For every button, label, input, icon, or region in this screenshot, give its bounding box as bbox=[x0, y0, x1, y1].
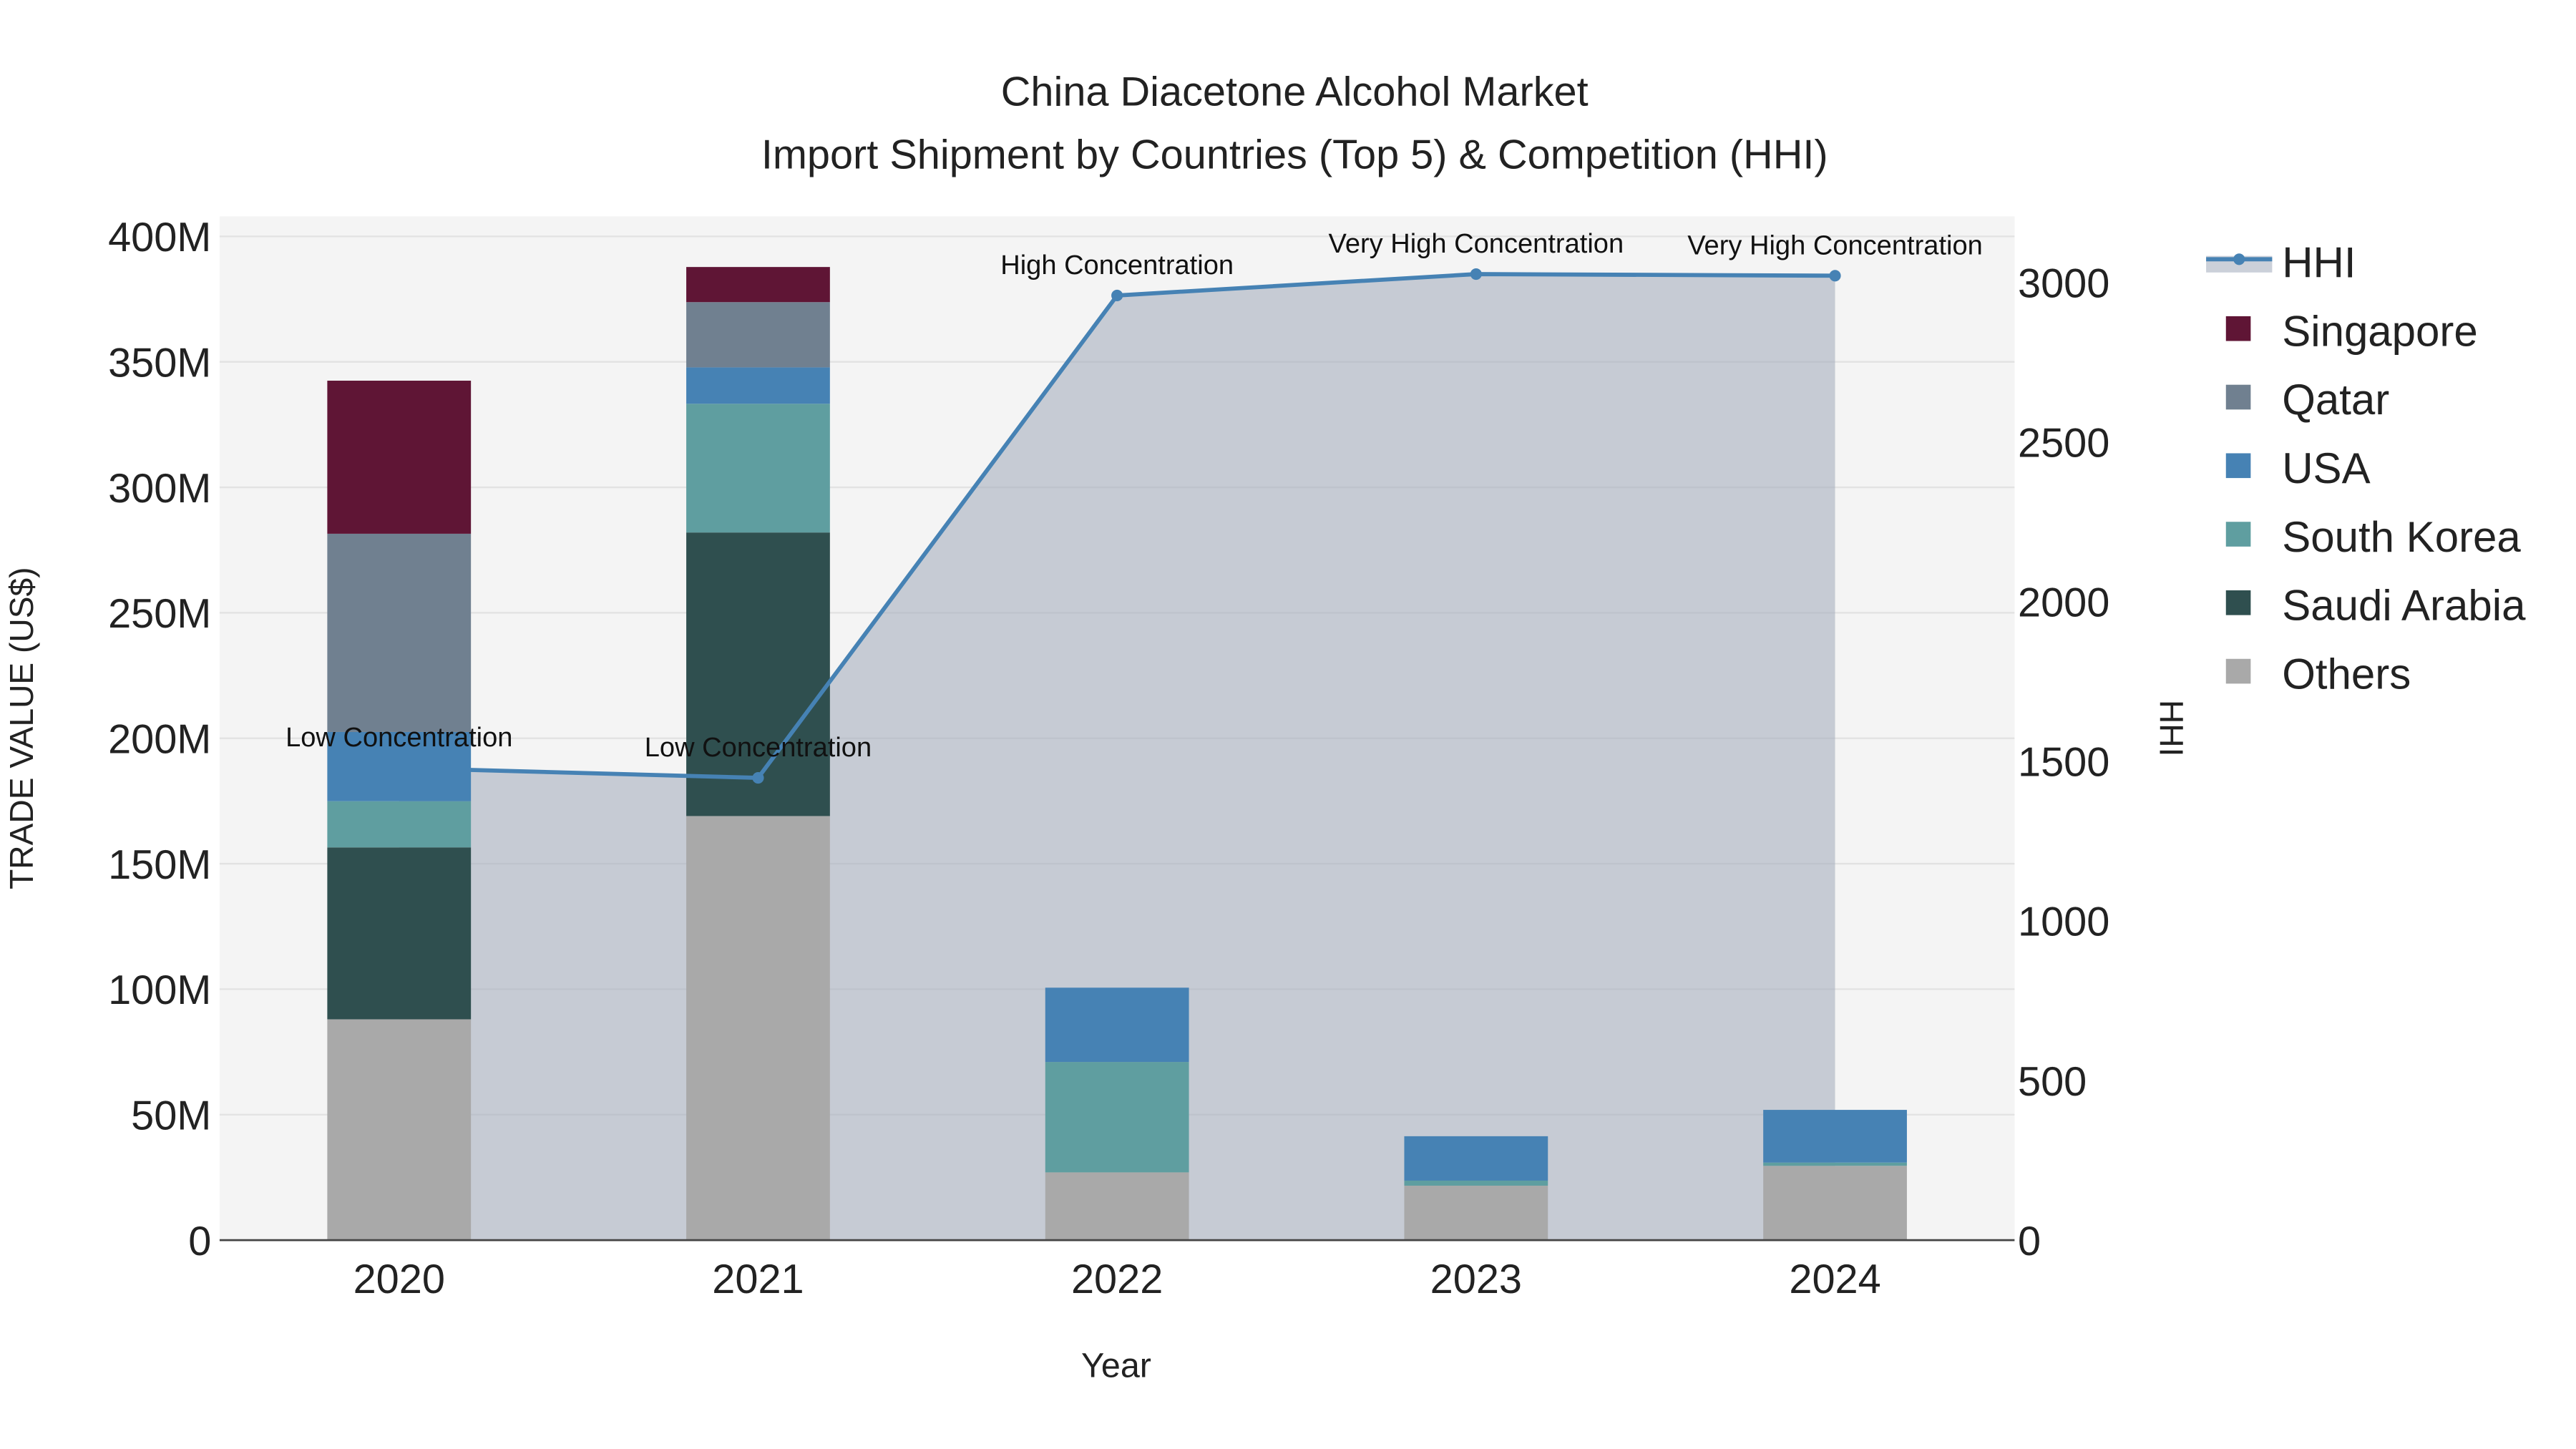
y-tick-label: 0 bbox=[188, 1219, 211, 1264]
y2-tick-label: 500 bbox=[2018, 1059, 2087, 1105]
legend-label: Singapore bbox=[2282, 307, 2478, 355]
y2-tick-label: 2000 bbox=[2018, 580, 2109, 626]
bar-singapore[interactable] bbox=[327, 381, 472, 534]
y-tick-label: 300M bbox=[108, 466, 211, 512]
bar-others[interactable] bbox=[686, 816, 830, 1241]
bar-usa[interactable] bbox=[686, 367, 830, 404]
bar-others[interactable] bbox=[1404, 1185, 1548, 1241]
legend-swatch bbox=[2225, 590, 2251, 615]
legend-label: Saudi Arabia bbox=[2282, 582, 2526, 630]
y-tick-label: 350M bbox=[108, 340, 211, 386]
hhi-annotation: Very High Concentration bbox=[1329, 229, 1624, 259]
bar-qatar[interactable] bbox=[327, 533, 472, 732]
hhi-annotation: Low Concentration bbox=[286, 723, 512, 753]
legend-swatch bbox=[2225, 522, 2251, 547]
legend-item-saudi-arabia[interactable]: Saudi Arabia bbox=[2225, 582, 2526, 630]
legend-item-qatar[interactable]: Qatar bbox=[2225, 376, 2390, 424]
legend-item-others[interactable]: Others bbox=[2225, 650, 2411, 698]
x-axis-title: Year bbox=[1081, 1347, 1151, 1385]
bar-singapore[interactable] bbox=[686, 267, 830, 303]
bar-saudi-arabia[interactable] bbox=[327, 847, 472, 1020]
bar-qatar[interactable] bbox=[686, 302, 830, 368]
hhi-annotation: Very High Concentration bbox=[1687, 230, 1983, 260]
y-tick-label: 150M bbox=[108, 842, 211, 888]
bar-usa[interactable] bbox=[1763, 1110, 1907, 1163]
hhi-annotation: Low Concentration bbox=[645, 733, 872, 763]
y-tick-label: 250M bbox=[108, 591, 211, 637]
legend-item-south-korea[interactable]: South Korea bbox=[2225, 513, 2522, 561]
legend-swatch bbox=[2225, 453, 2251, 479]
hhi-point[interactable] bbox=[752, 771, 764, 784]
chart-title: China Diacetone Alcohol Market bbox=[1001, 69, 1589, 115]
y2-tick-label: 1500 bbox=[2018, 740, 2109, 786]
hhi-point[interactable] bbox=[1470, 268, 1482, 280]
bar-others[interactable] bbox=[1045, 1172, 1189, 1241]
y-tick-label: 50M bbox=[131, 1093, 211, 1139]
chart-subtitle: Import Shipment by Countries (Top 5) & C… bbox=[761, 132, 1828, 177]
x-tick-label: 2022 bbox=[1071, 1257, 1163, 1302]
y2-tick-label: 3000 bbox=[2018, 260, 2109, 306]
y-tick-label: 400M bbox=[108, 215, 211, 260]
legend-item-usa[interactable]: USA bbox=[2225, 444, 2371, 492]
y-tick-label: 100M bbox=[108, 967, 211, 1013]
bar-south-korea[interactable] bbox=[327, 801, 472, 848]
legend-label: USA bbox=[2282, 444, 2370, 492]
legend-swatch bbox=[2225, 316, 2251, 341]
y-tick-label: 200M bbox=[108, 716, 211, 762]
bar-south-korea[interactable] bbox=[1404, 1180, 1548, 1186]
bar-south-korea[interactable] bbox=[686, 404, 830, 533]
x-tick-label: 2024 bbox=[1789, 1257, 1880, 1302]
hhi-point[interactable] bbox=[393, 762, 405, 774]
y2-tick-label: 1000 bbox=[2018, 899, 2109, 945]
x-tick-label: 2020 bbox=[353, 1257, 445, 1302]
legend-label: Qatar bbox=[2282, 376, 2389, 424]
legend[interactable]: HHI Singapore Qatar USA South Korea Saudi Ara… bbox=[2206, 239, 2526, 698]
legend-item-hhi[interactable]: HHI bbox=[2206, 239, 2356, 287]
hhi-point[interactable] bbox=[1829, 270, 1841, 282]
legend-item-singapore[interactable]: Singapore bbox=[2225, 307, 2478, 355]
legend-marker bbox=[2233, 253, 2245, 265]
y-axis-title: TRADE VALUE (US$) bbox=[3, 567, 40, 889]
bar-usa[interactable] bbox=[1045, 987, 1189, 1063]
y2-axis-title: HHI bbox=[2152, 700, 2190, 756]
legend-swatch bbox=[2225, 384, 2251, 410]
bar-others[interactable] bbox=[327, 1019, 472, 1241]
legend-label: South Korea bbox=[2282, 513, 2521, 561]
legend-label: Others bbox=[2282, 650, 2411, 698]
x-tick-label: 2021 bbox=[712, 1257, 804, 1302]
bar-south-korea[interactable] bbox=[1045, 1062, 1189, 1173]
y2-tick-label: 0 bbox=[2018, 1219, 2041, 1264]
hhi-point[interactable] bbox=[1111, 289, 1123, 302]
bar-south-korea[interactable] bbox=[1763, 1162, 1907, 1166]
chart: Low Concentration Low Concentration High C… bbox=[3, 69, 2526, 1385]
bar-usa[interactable] bbox=[1404, 1136, 1548, 1181]
x-tick-label: 2023 bbox=[1430, 1257, 1522, 1302]
y2-tick-label: 2500 bbox=[2018, 420, 2109, 466]
hhi-annotation: High Concentration bbox=[1000, 250, 1234, 280]
bar-others[interactable] bbox=[1763, 1166, 1907, 1241]
legend-swatch bbox=[2225, 658, 2251, 684]
legend-label: HHI bbox=[2282, 239, 2356, 287]
